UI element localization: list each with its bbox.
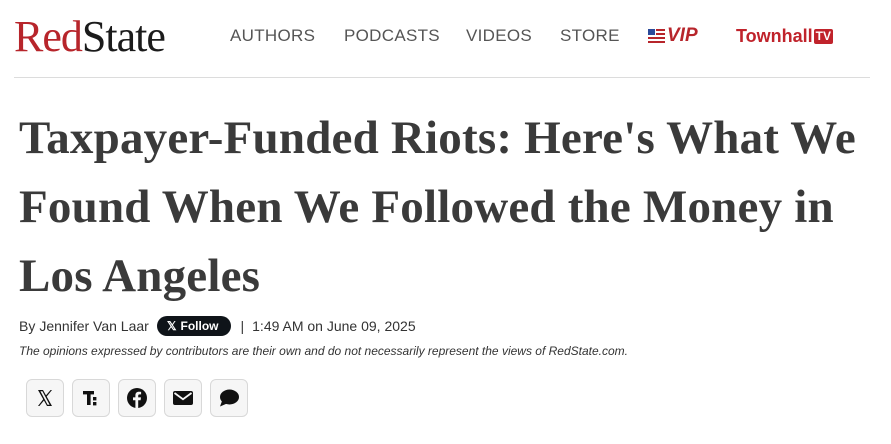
nav-vip[interactable]: VIP	[648, 25, 698, 47]
truth-social-icon	[83, 391, 97, 406]
tv-badge: TV	[813, 29, 834, 44]
nav-podcasts[interactable]: PODCASTS	[344, 26, 440, 46]
nav-townhall-tv[interactable]: Townhall TV	[736, 25, 834, 47]
share-facebook-button[interactable]	[118, 379, 156, 417]
vip-label: VIP	[667, 25, 698, 46]
townhall-label: Townhall	[736, 26, 813, 46]
author-link[interactable]: Jennifer Van Laar	[39, 318, 148, 334]
nav-videos[interactable]: VIDEOS	[466, 26, 532, 46]
share-bar	[26, 379, 248, 417]
article-title: Taxpayer-Funded Riots: Here's What We Fo…	[19, 112, 856, 302]
x-follow-button[interactable]: 𝕏 Follow	[156, 316, 231, 336]
email-icon	[173, 391, 193, 405]
facebook-icon	[127, 388, 147, 408]
comment-icon	[220, 389, 239, 407]
share-comment-button[interactable]	[210, 379, 248, 417]
share-truth-social-button[interactable]	[72, 379, 110, 417]
by-prefix: By	[19, 318, 36, 334]
us-flag-icon	[648, 29, 665, 43]
nav-store[interactable]: STORE	[560, 26, 620, 46]
logo-part-state: State	[81, 12, 166, 61]
logo-part-red: Red	[14, 12, 83, 61]
opinion-disclaimer: The opinions expressed by contributors a…	[19, 344, 628, 358]
x-icon	[38, 390, 52, 406]
share-x-button[interactable]	[26, 379, 64, 417]
nav-authors[interactable]: AUTHORS	[230, 26, 315, 46]
publish-timestamp: 1:49 AM on June 09, 2025	[252, 318, 416, 334]
share-email-button[interactable]	[164, 379, 202, 417]
x-logo-icon: 𝕏	[166, 319, 177, 333]
byline-separator: |	[240, 318, 245, 334]
site-header: RedState AUTHORS PODCASTS VIDEOS STORE V…	[14, 0, 870, 78]
follow-label: Follow	[180, 319, 219, 333]
byline: By Jennifer Van Laar 𝕏 Follow | 1:49 AM …	[19, 315, 416, 337]
redstate-logo[interactable]: RedState	[14, 12, 166, 61]
